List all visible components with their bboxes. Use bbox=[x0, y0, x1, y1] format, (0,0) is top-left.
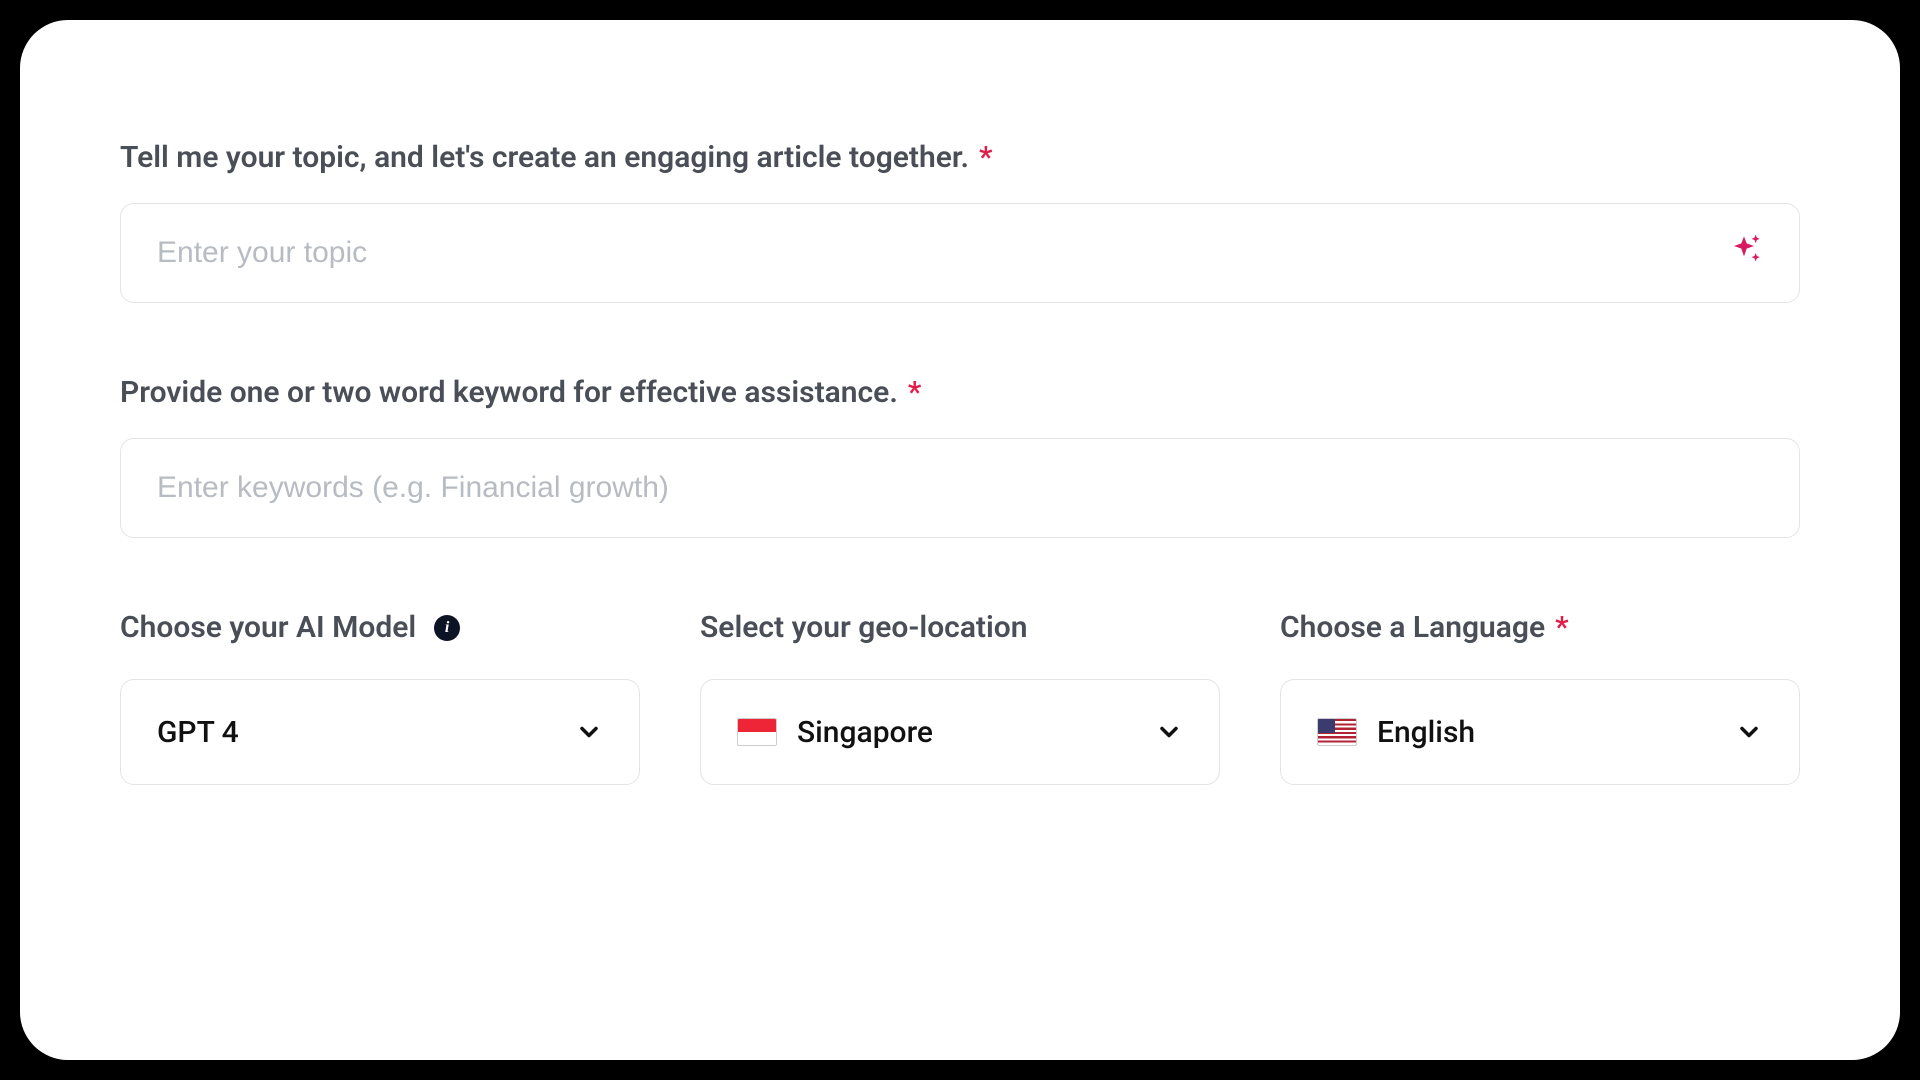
topic-label-row: Tell me your topic, and let's create an … bbox=[120, 140, 1800, 175]
singapore-flag-icon bbox=[737, 718, 777, 746]
keyword-label-row: Provide one or two word keyword for effe… bbox=[120, 375, 1800, 410]
usa-flag-icon bbox=[1317, 718, 1357, 746]
chevron-down-icon bbox=[575, 718, 603, 746]
form-card: Tell me your topic, and let's create an … bbox=[20, 20, 1900, 1060]
model-dropdown[interactable]: GPT 4 bbox=[120, 679, 640, 785]
topic-label: Tell me your topic, and let's create an … bbox=[120, 140, 969, 175]
sparkle-icon[interactable] bbox=[1722, 231, 1766, 275]
model-label-row: Choose your AI Model i bbox=[120, 610, 640, 645]
geo-label-row: Select your geo-location bbox=[700, 610, 1220, 645]
chevron-down-icon bbox=[1155, 718, 1183, 746]
keyword-label: Provide one or two word keyword for effe… bbox=[120, 375, 898, 410]
language-col: Choose a Language * English bbox=[1280, 610, 1800, 785]
language-selected-value: English bbox=[1377, 715, 1715, 750]
topic-input-wrap bbox=[120, 203, 1800, 303]
info-icon[interactable]: i bbox=[434, 615, 460, 641]
language-label: Choose a Language bbox=[1280, 610, 1545, 645]
language-required-marker: * bbox=[1555, 610, 1568, 645]
model-label: Choose your AI Model bbox=[120, 610, 416, 645]
topic-required-marker: * bbox=[979, 140, 992, 175]
geo-dropdown[interactable]: Singapore bbox=[700, 679, 1220, 785]
keyword-input[interactable] bbox=[120, 438, 1800, 538]
geo-selected-value: Singapore bbox=[797, 715, 1135, 750]
language-label-row: Choose a Language * bbox=[1280, 610, 1800, 645]
geo-label: Select your geo-location bbox=[700, 610, 1028, 645]
chevron-down-icon bbox=[1735, 718, 1763, 746]
model-col: Choose your AI Model i GPT 4 bbox=[120, 610, 640, 785]
keyword-input-wrap bbox=[120, 438, 1800, 538]
language-dropdown[interactable]: English bbox=[1280, 679, 1800, 785]
keyword-required-marker: * bbox=[908, 375, 921, 410]
geo-col: Select your geo-location Singapore bbox=[700, 610, 1220, 785]
topic-input[interactable] bbox=[120, 203, 1800, 303]
dropdown-row: Choose your AI Model i GPT 4 Select your… bbox=[120, 610, 1800, 785]
model-selected-value: GPT 4 bbox=[157, 715, 555, 750]
